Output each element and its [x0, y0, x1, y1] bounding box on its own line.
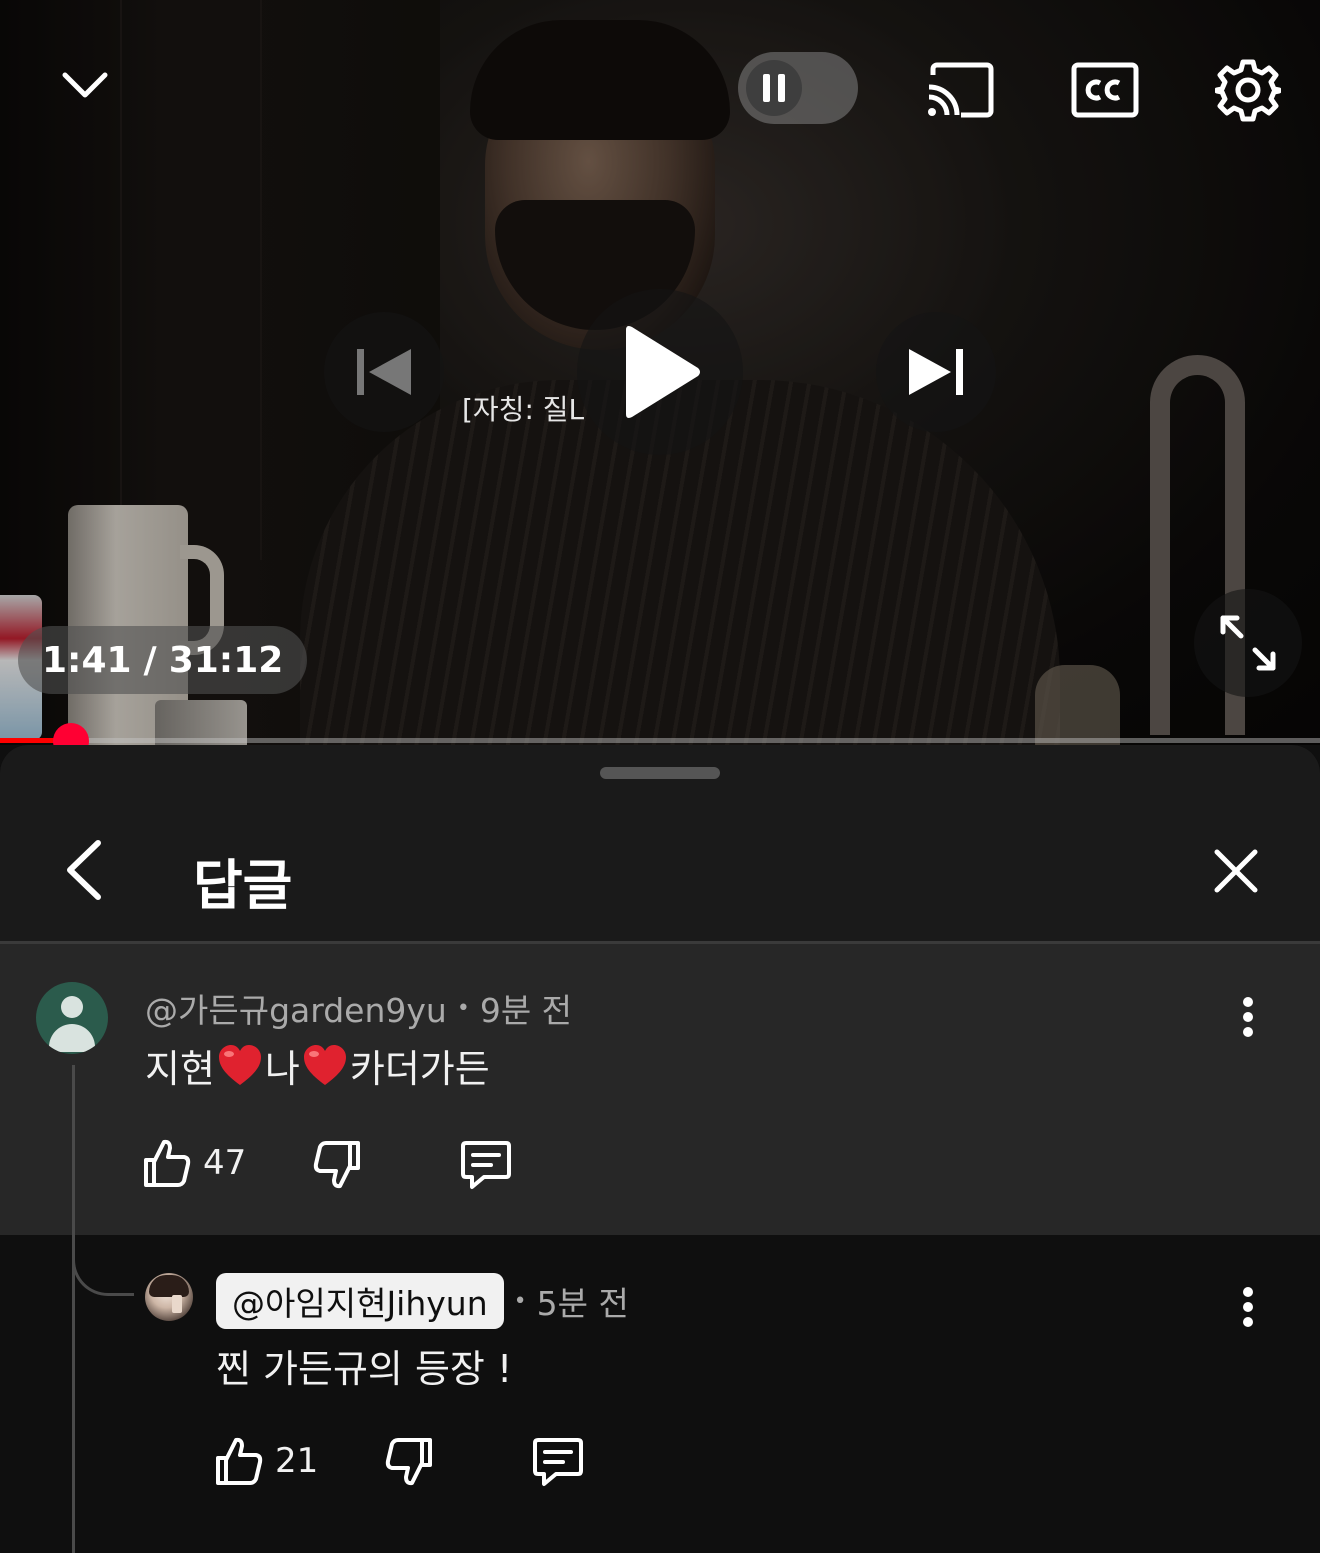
comment-meta: @가든규garden9yu • 9분 전: [145, 984, 572, 1032]
avatar[interactable]: [36, 982, 108, 1054]
thumbs-down-icon: [385, 1438, 432, 1486]
like-button[interactable]: 47: [143, 1138, 246, 1188]
meta-separator: •: [513, 1288, 527, 1314]
fullscreen-button[interactable]: [1194, 589, 1302, 697]
current-time: 1:41: [42, 639, 132, 681]
dislike-button[interactable]: [385, 1437, 433, 1487]
creator-author-badge[interactable]: @아임지현Jihyun: [216, 1273, 504, 1329]
play-icon: [626, 326, 700, 418]
reply-text: 찐 가든규의 등장 !: [216, 1347, 513, 1391]
avatar-shoulders: [49, 1024, 95, 1052]
cc-icon: [1071, 62, 1139, 118]
back-button[interactable]: [52, 835, 116, 905]
avatar-phone: [172, 1295, 182, 1313]
like-button[interactable]: 21: [215, 1436, 318, 1486]
video-subtitle: [자칭: 질L: [462, 393, 585, 426]
time-separator: /: [143, 639, 157, 681]
comment-text-part: 지현: [145, 1047, 215, 1091]
drag-handle[interactable]: [600, 767, 720, 779]
reply-more-button[interactable]: [1228, 1277, 1268, 1337]
avatar-hair: [149, 1275, 189, 1297]
previous-video-button[interactable]: [324, 312, 444, 432]
close-icon: [1214, 849, 1258, 893]
autoplay-toggle[interactable]: [738, 52, 858, 124]
gear-icon: [1215, 59, 1281, 122]
time-display: 1:41 / 31:12: [18, 626, 308, 694]
dislike-button[interactable]: [313, 1140, 361, 1190]
comment-text-part: 카더가든: [349, 1047, 490, 1091]
settings-button[interactable]: [1210, 52, 1286, 128]
collapse-player-button[interactable]: [50, 55, 120, 115]
reply-comment-icon: [461, 1141, 511, 1189]
skip-next-icon: [909, 349, 963, 395]
progress-bar[interactable]: [0, 738, 1320, 743]
reply-button[interactable]: [460, 1140, 512, 1190]
total-time: 31:12: [168, 639, 284, 681]
skip-previous-icon: [357, 349, 411, 395]
reply-button[interactable]: [532, 1437, 584, 1487]
panel-title: 답글: [193, 854, 293, 917]
avatar-head: [61, 996, 83, 1018]
captions-button[interactable]: [1065, 55, 1145, 125]
like-count: 21: [275, 1441, 319, 1481]
heart-icon: [303, 1044, 346, 1085]
comment-more-button[interactable]: [1228, 987, 1268, 1047]
comment-text: 지현 나 카더가든: [145, 1038, 490, 1093]
like-count: 47: [203, 1143, 247, 1183]
autoplay-toggle-knob: [746, 60, 802, 116]
reply-meta: @아임지현Jihyun • 5분 전: [216, 1273, 629, 1329]
video-player[interactable]: [자칭: 질L 1:41 / 31:12: [0, 0, 1320, 745]
comment-author[interactable]: @가든규garden9yu: [145, 984, 447, 1032]
next-video-button[interactable]: [876, 312, 996, 432]
thumbs-down-icon: [313, 1141, 360, 1189]
close-button[interactable]: [1202, 837, 1270, 905]
comment-time: 9분 전: [479, 991, 573, 1030]
play-button[interactable]: [577, 289, 743, 455]
meta-separator: •: [456, 995, 470, 1021]
avatar[interactable]: [145, 1273, 193, 1321]
thumbs-up-icon: [144, 1139, 191, 1187]
heart-icon: [218, 1044, 261, 1085]
fullscreen-icon: [1220, 615, 1276, 671]
more-vertical-icon: [1243, 997, 1253, 1037]
thread-line: [72, 1065, 75, 1553]
thumbs-up-icon: [216, 1437, 263, 1485]
comment-text-part: 나: [264, 1047, 300, 1091]
more-vertical-icon: [1243, 1287, 1253, 1327]
comment-time: 5분 전: [536, 1284, 629, 1323]
chevron-left-icon: [67, 840, 101, 900]
chevron-down-icon: [62, 72, 108, 98]
pause-icon: [763, 74, 785, 102]
cast-icon: [928, 62, 994, 118]
cast-button[interactable]: [920, 55, 1000, 125]
reply-comment-icon: [533, 1438, 583, 1486]
